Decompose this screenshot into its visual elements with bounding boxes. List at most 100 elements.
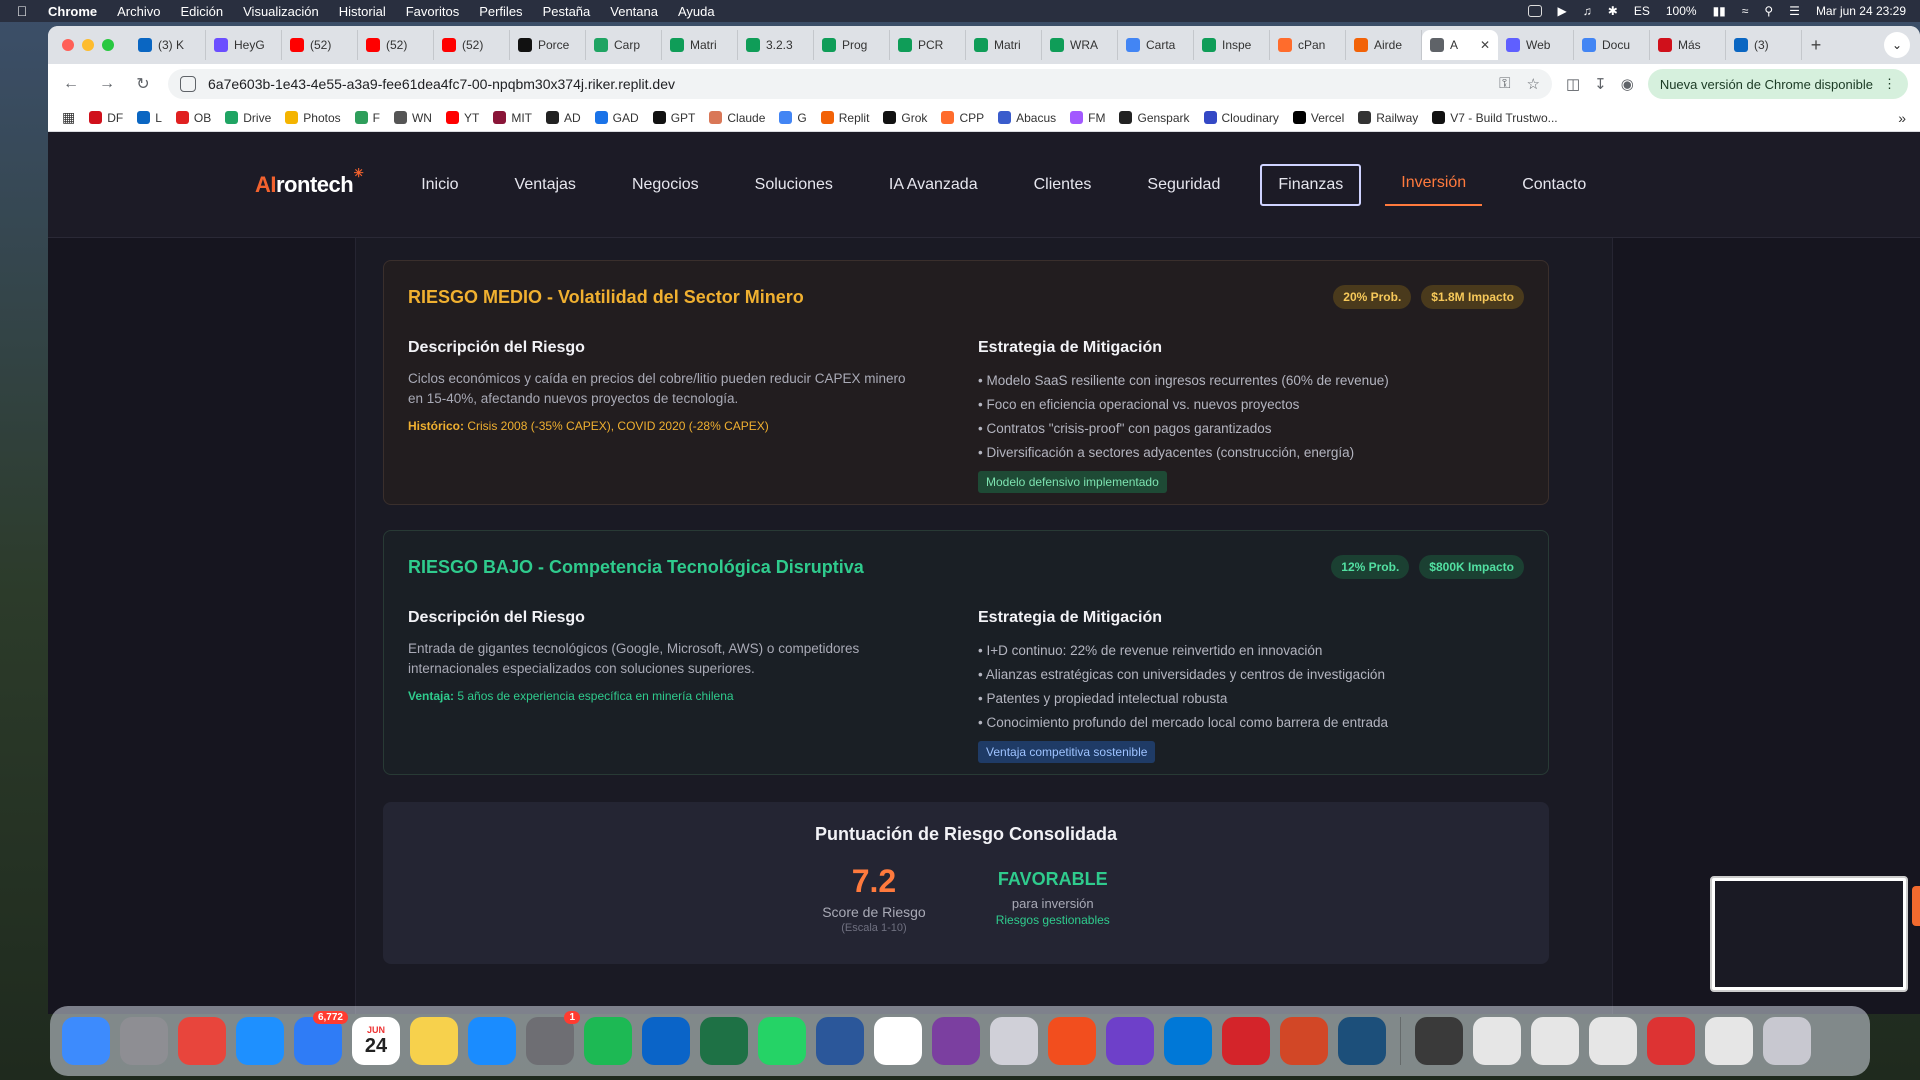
back-icon[interactable]: ← [60,75,82,93]
new-tab-button[interactable]: + [1802,35,1830,56]
spotify-icon[interactable] [584,1017,632,1065]
bookmark-item[interactable]: Photos [285,111,341,125]
bookmark-item[interactable]: OB [175,111,211,125]
recent-window-5[interactable] [1647,1017,1695,1065]
menu-perfiles[interactable]: Perfiles [479,4,522,19]
menu-ayuda[interactable]: Ayuda [678,4,715,19]
keyboard-layout-icon[interactable]: ES [1634,4,1650,18]
keynote-icon[interactable] [468,1017,516,1065]
notes-icon[interactable] [410,1017,458,1065]
minimize-window-button[interactable] [82,39,94,51]
browser-tab[interactable]: PCR [890,30,966,60]
browser-tab[interactable]: Prog [814,30,890,60]
bookmark-item[interactable]: Claude [709,111,765,125]
site-logo[interactable]: AIrontech ✳ [255,166,364,198]
address-bar[interactable]: 6a7e603b-1e43-4e55-a3a9-fee61dea4fc7-00-… [168,69,1552,99]
bookmark-item[interactable]: MIT [493,111,532,125]
bookmark-item[interactable]: Cloudinary [1203,111,1279,125]
browser-tab[interactable]: WRA [1042,30,1118,60]
bookmark-item[interactable]: F [354,111,380,125]
menu-favoritos[interactable]: Favoritos [406,4,459,19]
bookmark-item[interactable]: V7 - Build Trustwo... [1432,111,1558,125]
recent-window-2[interactable] [1473,1017,1521,1065]
bookmark-item[interactable]: CPP [941,111,984,125]
calendar31-icon[interactable] [874,1017,922,1065]
recent-window-6[interactable] [1705,1017,1753,1065]
browser-tab[interactable]: (3) [1726,30,1802,60]
nav-contacto[interactable]: Contacto [1506,166,1602,204]
nav-ia-avanzada[interactable]: IA Avanzada [873,166,994,204]
apps-grid-icon[interactable]: ▦ [62,109,75,126]
trash-icon[interactable] [1763,1017,1811,1065]
word-icon[interactable] [816,1017,864,1065]
bookmark-item[interactable]: Genspark [1119,111,1190,125]
bookmark-item[interactable]: Vercel [1292,111,1344,125]
download-icon[interactable]: ↧ [1594,75,1607,93]
figma-like-icon[interactable] [1048,1017,1096,1065]
bookmark-star-icon[interactable]: ☆ [1527,75,1540,93]
bookmark-item[interactable]: GAD [594,111,639,125]
wifi-icon[interactable]: ≈ [1742,4,1749,18]
recent-window-1[interactable] [1415,1017,1463,1065]
system-settings-icon[interactable]: 1 [526,1011,580,1065]
browser-tab[interactable]: Matri [662,30,738,60]
browser-tab[interactable]: Matri [966,30,1042,60]
bookmark-item[interactable]: DF [89,111,123,125]
nav-seguridad[interactable]: Seguridad [1131,166,1236,204]
screen-mirror-icon[interactable] [1527,5,1542,17]
menu-app-name[interactable]: Chrome [48,4,97,19]
bookmark-item[interactable]: AD [546,111,581,125]
menu-edicion[interactable]: Edición [180,4,223,19]
bookmark-item[interactable]: Grok [883,111,927,125]
more-bookmarks-icon[interactable]: » [1898,110,1906,126]
recent-window-3[interactable] [1531,1017,1579,1065]
chrome-icon[interactable] [178,1017,226,1065]
calendar-icon[interactable]: JUN 24 [352,1017,400,1065]
browser-tab[interactable]: Más [1650,30,1726,60]
control-center-icon[interactable]: ☰ [1789,4,1800,18]
menu-historial[interactable]: Historial [339,4,386,19]
bookmark-item[interactable]: G [779,111,807,125]
browser-tab[interactable]: (52) [358,30,434,60]
nav-negocios[interactable]: Negocios [616,166,715,204]
tab-search-button[interactable]: ⌄ [1884,32,1910,58]
mail-icon[interactable]: 6,772 [294,1011,348,1065]
bookmark-item[interactable]: FM [1070,111,1105,125]
nav-soluciones[interactable]: Soluciones [739,166,849,204]
menu-pestana[interactable]: Pestaña [543,4,591,19]
browser-tab[interactable]: Carta [1118,30,1194,60]
browser-tab[interactable]: cPan [1270,30,1346,60]
apple-icon[interactable]:  [14,3,30,19]
quicktime-icon[interactable] [1338,1017,1386,1065]
safari-icon[interactable] [236,1017,284,1065]
excel-icon[interactable] [700,1017,748,1065]
browser-tab[interactable]: (52) [282,30,358,60]
pen-app-icon[interactable] [990,1017,1038,1065]
nav-finanzas[interactable]: Finanzas [1260,163,1362,206]
outlook-icon[interactable] [642,1017,690,1065]
site-info-icon[interactable] [180,76,196,92]
menu-archivo[interactable]: Archivo [117,4,160,19]
play-icon[interactable]: ▶ [1558,4,1567,18]
screenshot-thumbnail[interactable] [1710,876,1908,992]
nav-inversion[interactable]: Inversión [1385,164,1483,206]
bookmark-item[interactable]: Drive [225,111,271,125]
kebab-menu-icon[interactable]: ⋮ [1883,76,1896,92]
github-icon[interactable] [1106,1017,1154,1065]
url-text[interactable]: 6a7e603b-1e43-4e55-a3a9-fee61dea4fc7-00-… [208,76,675,92]
browser-tab[interactable]: Inspe [1194,30,1270,60]
nav-inicio[interactable]: Inicio [405,166,474,204]
menu-clock[interactable]: Mar jun 24 23:29 [1816,4,1906,18]
reload-icon[interactable]: ↻ [132,74,154,94]
tab-active[interactable]: A ✕ [1422,30,1498,60]
browser-tab[interactable]: Carp [586,30,662,60]
acrobat-icon[interactable] [1222,1017,1270,1065]
extensions-icon[interactable]: ◫ [1566,75,1580,93]
close-tab-icon[interactable]: ✕ [1480,38,1490,52]
browser-tab[interactable]: (52) [434,30,510,60]
nav-clientes[interactable]: Clientes [1018,166,1108,204]
bookmark-item[interactable]: Abacus [998,111,1056,125]
recent-window-4[interactable] [1589,1017,1637,1065]
chrome-update-button[interactable]: Nueva versión de Chrome disponible ⋮ [1647,69,1908,99]
launchpad-icon[interactable] [120,1017,168,1065]
